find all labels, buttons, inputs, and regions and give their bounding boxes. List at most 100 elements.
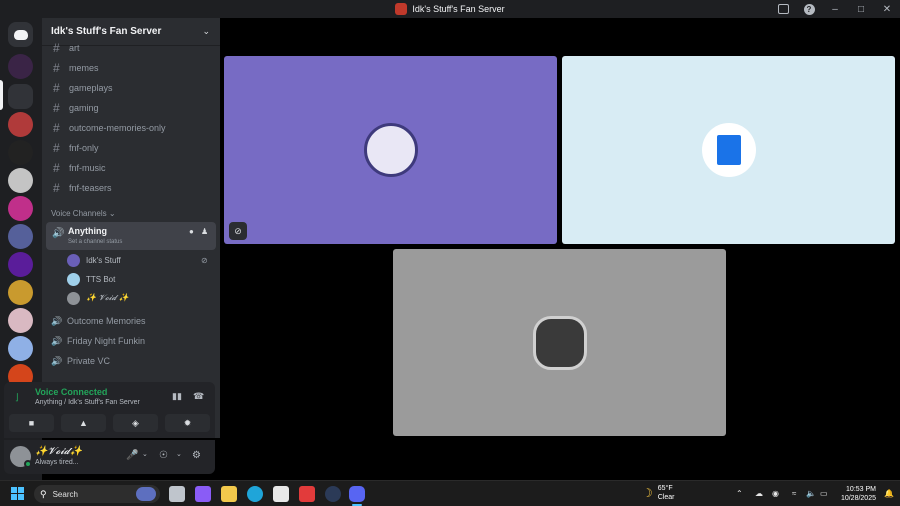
- server-icon[interactable]: [8, 308, 33, 333]
- edge-icon[interactable]: [247, 486, 263, 502]
- microphone-icon[interactable]: 🎤: [126, 450, 138, 461]
- noise-suppression-icon[interactable]: ▮▮: [172, 391, 182, 402]
- avatar: [67, 253, 80, 267]
- user-panel: ✨𝓥𝓸𝓲𝓭✨ Always tired... 🎤 ⌄ ☉ ⌄ ⚙: [4, 440, 215, 474]
- chevron-down-icon[interactable]: ⌄: [142, 450, 148, 458]
- participant-tile[interactable]: ⊘: [224, 56, 557, 244]
- server-icon: [395, 3, 408, 15]
- participant-tile[interactable]: [393, 249, 726, 436]
- taskbar-search[interactable]: ⚲ Search: [34, 485, 160, 503]
- server-icon[interactable]: [8, 252, 33, 277]
- voice-channel[interactable]: 🔊 Private VC: [51, 352, 110, 370]
- custom-status: Always tired...: [35, 459, 79, 466]
- speaker-icon: 🔊: [52, 228, 65, 239]
- file-explorer-icon[interactable]: [221, 486, 237, 502]
- server-icon[interactable]: [8, 140, 33, 165]
- signal-icon[interactable]: ⌋: [15, 392, 19, 403]
- wifi-icon[interactable]: ≈: [792, 489, 796, 498]
- task-view-icon[interactable]: [169, 486, 185, 502]
- online-status-icon: [24, 460, 32, 468]
- clock[interactable]: 10:53 PM 10/28/2025: [841, 485, 876, 503]
- hashtag-icon: #: [53, 61, 60, 75]
- voice-channel[interactable]: 🔊 Friday Night Funkin: [51, 332, 145, 350]
- hashtag-icon: #: [53, 101, 60, 115]
- voice-location: Anything / Idk's Stuff's Fan Server: [35, 399, 140, 406]
- notifications-icon[interactable]: 🔔: [884, 489, 894, 498]
- direct-messages-button[interactable]: [8, 22, 33, 47]
- weather-widget[interactable]: ☽ 65°F Clear: [642, 484, 675, 502]
- voice-channel-name: Anything: [68, 226, 107, 236]
- cloud-icon[interactable]: ☁: [755, 489, 763, 498]
- server-icon[interactable]: [8, 280, 33, 305]
- start-button[interactable]: [11, 487, 24, 500]
- participant-tile[interactable]: [562, 56, 895, 244]
- moon-icon: ☽: [642, 486, 653, 500]
- soundboard-button[interactable]: ✹: [165, 414, 210, 432]
- text-channel[interactable]: # memes: [48, 59, 214, 77]
- voice-channel[interactable]: 🔊 Outcome Memories: [51, 312, 146, 330]
- invite-icon[interactable]: ♟: [201, 227, 208, 236]
- voice-user[interactable]: Idk's Stuff ⊘: [67, 252, 208, 268]
- hashtag-icon: #: [53, 121, 60, 135]
- voice-category[interactable]: Voice Channels ⌄: [51, 209, 116, 218]
- server-icon[interactable]: [8, 54, 33, 79]
- help-icon[interactable]: ?: [796, 0, 822, 18]
- avatar: [67, 291, 80, 305]
- hashtag-icon: #: [53, 41, 60, 55]
- server-icon[interactable]: [8, 336, 33, 361]
- close-button[interactable]: ✕: [874, 0, 900, 18]
- chevron-up-icon[interactable]: ⌃: [736, 489, 743, 498]
- chevron-down-icon: ⌄: [202, 26, 210, 36]
- text-channel[interactable]: # fnf-teasers: [48, 179, 214, 197]
- inbox-icon[interactable]: [770, 0, 796, 18]
- volume-icon[interactable]: 🔈: [806, 489, 816, 498]
- disconnect-icon[interactable]: ☎: [193, 391, 204, 402]
- text-channel[interactable]: # outcome-memories-only: [48, 119, 214, 137]
- voice-user[interactable]: TTS Bot: [67, 271, 115, 287]
- steam-icon[interactable]: [325, 486, 341, 502]
- discord-icon[interactable]: [349, 486, 365, 502]
- participant-avatar: [701, 123, 756, 177]
- channel-sidebar: Idk's Stuff's Fan Server ⌄ # art # memes #…: [42, 18, 220, 438]
- server-icon[interactable]: [8, 196, 33, 221]
- selected-indicator: [0, 80, 3, 110]
- hashtag-icon: #: [53, 161, 60, 175]
- text-channel[interactable]: # fnf-music: [48, 159, 214, 177]
- hashtag-icon: #: [53, 141, 60, 155]
- search-highlight-icon: [136, 487, 156, 501]
- copilot-icon[interactable]: [195, 486, 211, 502]
- hashtag-icon: #: [53, 81, 60, 95]
- search-icon: ⚲: [40, 488, 47, 499]
- battery-icon[interactable]: ▭: [820, 489, 828, 498]
- camera-off-button[interactable]: ■: [9, 414, 54, 432]
- username[interactable]: ✨𝓥𝓸𝓲𝓭✨: [35, 446, 82, 457]
- server-icon[interactable]: [8, 112, 33, 137]
- avatar: [67, 272, 80, 286]
- voice-user[interactable]: ✨ 𝓥𝓸𝓲𝓭 ✨: [67, 290, 129, 306]
- server-icon[interactable]: [8, 168, 33, 193]
- app-icon[interactable]: [299, 486, 315, 502]
- discord-logo-icon: [13, 29, 28, 40]
- discord-tray-icon[interactable]: ◉: [772, 489, 779, 498]
- window-titlebar: Idk's Stuff's Fan Server ? – □ ✕: [0, 0, 900, 18]
- minimize-button[interactable]: –: [822, 0, 848, 18]
- text-channel[interactable]: # gaming: [48, 99, 214, 117]
- voice-channel-active[interactable]: 🔊 Anything Set a channel status ● ♟: [46, 222, 216, 250]
- set-channel-status[interactable]: Set a channel status: [68, 239, 122, 245]
- text-channel[interactable]: # art: [48, 39, 214, 57]
- gear-icon[interactable]: ⚙: [192, 450, 201, 461]
- activities-button[interactable]: ◈: [113, 414, 158, 432]
- voice-status[interactable]: Voice Connected: [35, 387, 107, 397]
- chevron-down-icon[interactable]: ⌄: [176, 450, 182, 458]
- maximize-button[interactable]: □: [848, 0, 874, 18]
- server-icon[interactable]: [8, 224, 33, 249]
- share-screen-button[interactable]: ▲: [61, 414, 106, 432]
- server-folder-icon[interactable]: [8, 84, 33, 109]
- store-icon[interactable]: [273, 486, 289, 502]
- text-channel[interactable]: # gameplays: [48, 79, 214, 97]
- chat-icon[interactable]: ●: [189, 227, 194, 236]
- text-channel[interactable]: # fnf-only: [48, 139, 214, 157]
- headphones-icon[interactable]: ☉: [159, 450, 168, 461]
- hashtag-icon: #: [53, 181, 60, 195]
- muted-icon: ⊘: [229, 222, 247, 240]
